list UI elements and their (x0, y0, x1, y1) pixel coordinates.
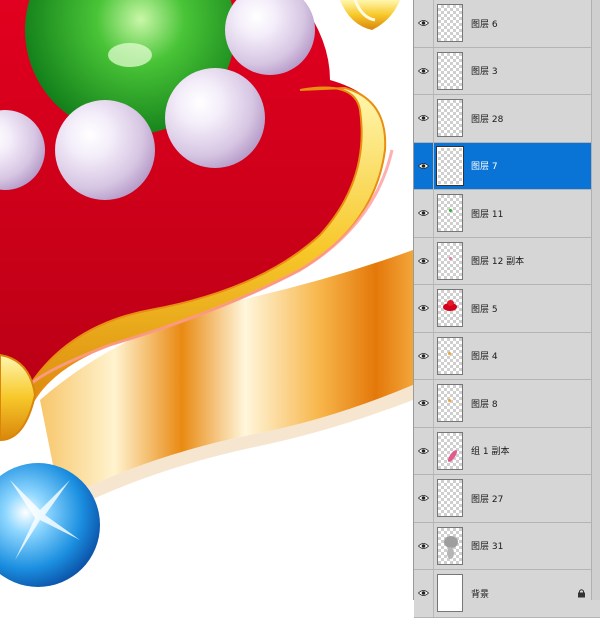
layer-row-7[interactable]: 图层 4 (414, 332, 600, 380)
visibility-eye-icon[interactable] (414, 190, 434, 237)
layer-row-0[interactable]: 图层 6 (414, 0, 600, 48)
visibility-eye-icon[interactable] (414, 570, 434, 617)
visibility-eye-icon[interactable] (414, 475, 434, 522)
layer-thumbnail (437, 4, 463, 43)
layer-name: 图层 5 (471, 304, 498, 315)
layer-row-5[interactable]: 图层 12 副本 (414, 237, 600, 285)
layer-row-2[interactable]: 图层 28 (414, 95, 600, 143)
layer-thumbnail (437, 384, 463, 423)
layer-name: 组 1 副本 (471, 447, 510, 458)
thumbnail-mark (444, 535, 458, 548)
layers-panel: 图层 6 图层 3 图层 28 图层 7 图层 11 图层 12 副本 图层 5… (413, 0, 600, 618)
layer-name: 图层 12 副本 (471, 257, 525, 268)
visibility-eye-icon[interactable] (414, 332, 434, 379)
layer-name: 图层 27 (471, 494, 504, 505)
visibility-eye-icon[interactable] (414, 380, 434, 427)
visibility-eye-icon[interactable] (414, 47, 434, 94)
layer-row-11[interactable]: 图层 31 (414, 522, 600, 570)
layer-thumbnail (437, 194, 463, 233)
layer-row-12[interactable]: 背景 (414, 570, 600, 618)
layer-row-9[interactable]: 组 1 副本 (414, 427, 600, 475)
visibility-eye-icon[interactable] (414, 142, 434, 189)
panel-scrollbar[interactable] (591, 0, 600, 600)
layer-name: 图层 6 (471, 19, 498, 30)
layer-thumbnail (437, 526, 463, 565)
layer-row-6[interactable]: 图层 5 (414, 285, 600, 333)
visibility-eye-icon[interactable] (414, 285, 434, 332)
layer-thumbnail (436, 145, 464, 186)
layer-name: 背景 (471, 589, 490, 600)
layer-thumbnail (437, 431, 463, 470)
layer-name: 图层 3 (471, 67, 498, 78)
layer-name: 图层 8 (471, 399, 498, 410)
layer-name: 图层 28 (471, 114, 504, 125)
thumbnail-mark (449, 256, 452, 260)
layer-row-10[interactable]: 图层 27 (414, 475, 600, 523)
visibility-eye-icon[interactable] (414, 95, 434, 142)
thumbnail-mark (447, 546, 454, 559)
layer-thumbnail (437, 479, 463, 518)
layer-name: 图层 31 (471, 542, 504, 553)
artwork (0, 0, 413, 600)
layer-thumbnail (437, 336, 463, 375)
layer-name: 图层 11 (471, 209, 504, 220)
layer-row-8[interactable]: 图层 8 (414, 380, 600, 428)
layer-row-3[interactable]: 图层 7 (414, 142, 600, 190)
layer-name: 图层 4 (471, 352, 498, 363)
layer-list: 图层 6 图层 3 图层 28 图层 7 图层 11 图层 12 副本 图层 5… (414, 0, 600, 618)
layer-thumbnail (437, 99, 463, 138)
visibility-eye-icon[interactable] (414, 0, 434, 47)
thumbnail-mark (449, 209, 452, 213)
lock-icon (578, 589, 585, 598)
layer-thumbnail (437, 241, 463, 280)
layer-thumbnail (437, 574, 463, 613)
layer-row-4[interactable]: 图层 11 (414, 190, 600, 238)
visibility-eye-icon[interactable] (414, 237, 434, 284)
layer-thumbnail (437, 51, 463, 90)
layer-row-1[interactable]: 图层 3 (414, 47, 600, 95)
visibility-eye-icon[interactable] (414, 427, 434, 474)
thumbnail-mark (448, 399, 451, 403)
document-canvas[interactable] (0, 0, 413, 600)
thumbnail-mark (446, 448, 459, 463)
layer-name: 图层 7 (471, 162, 498, 173)
visibility-eye-icon[interactable] (414, 522, 434, 569)
thumbnail-mark (448, 351, 451, 355)
layer-thumbnail (437, 289, 463, 328)
